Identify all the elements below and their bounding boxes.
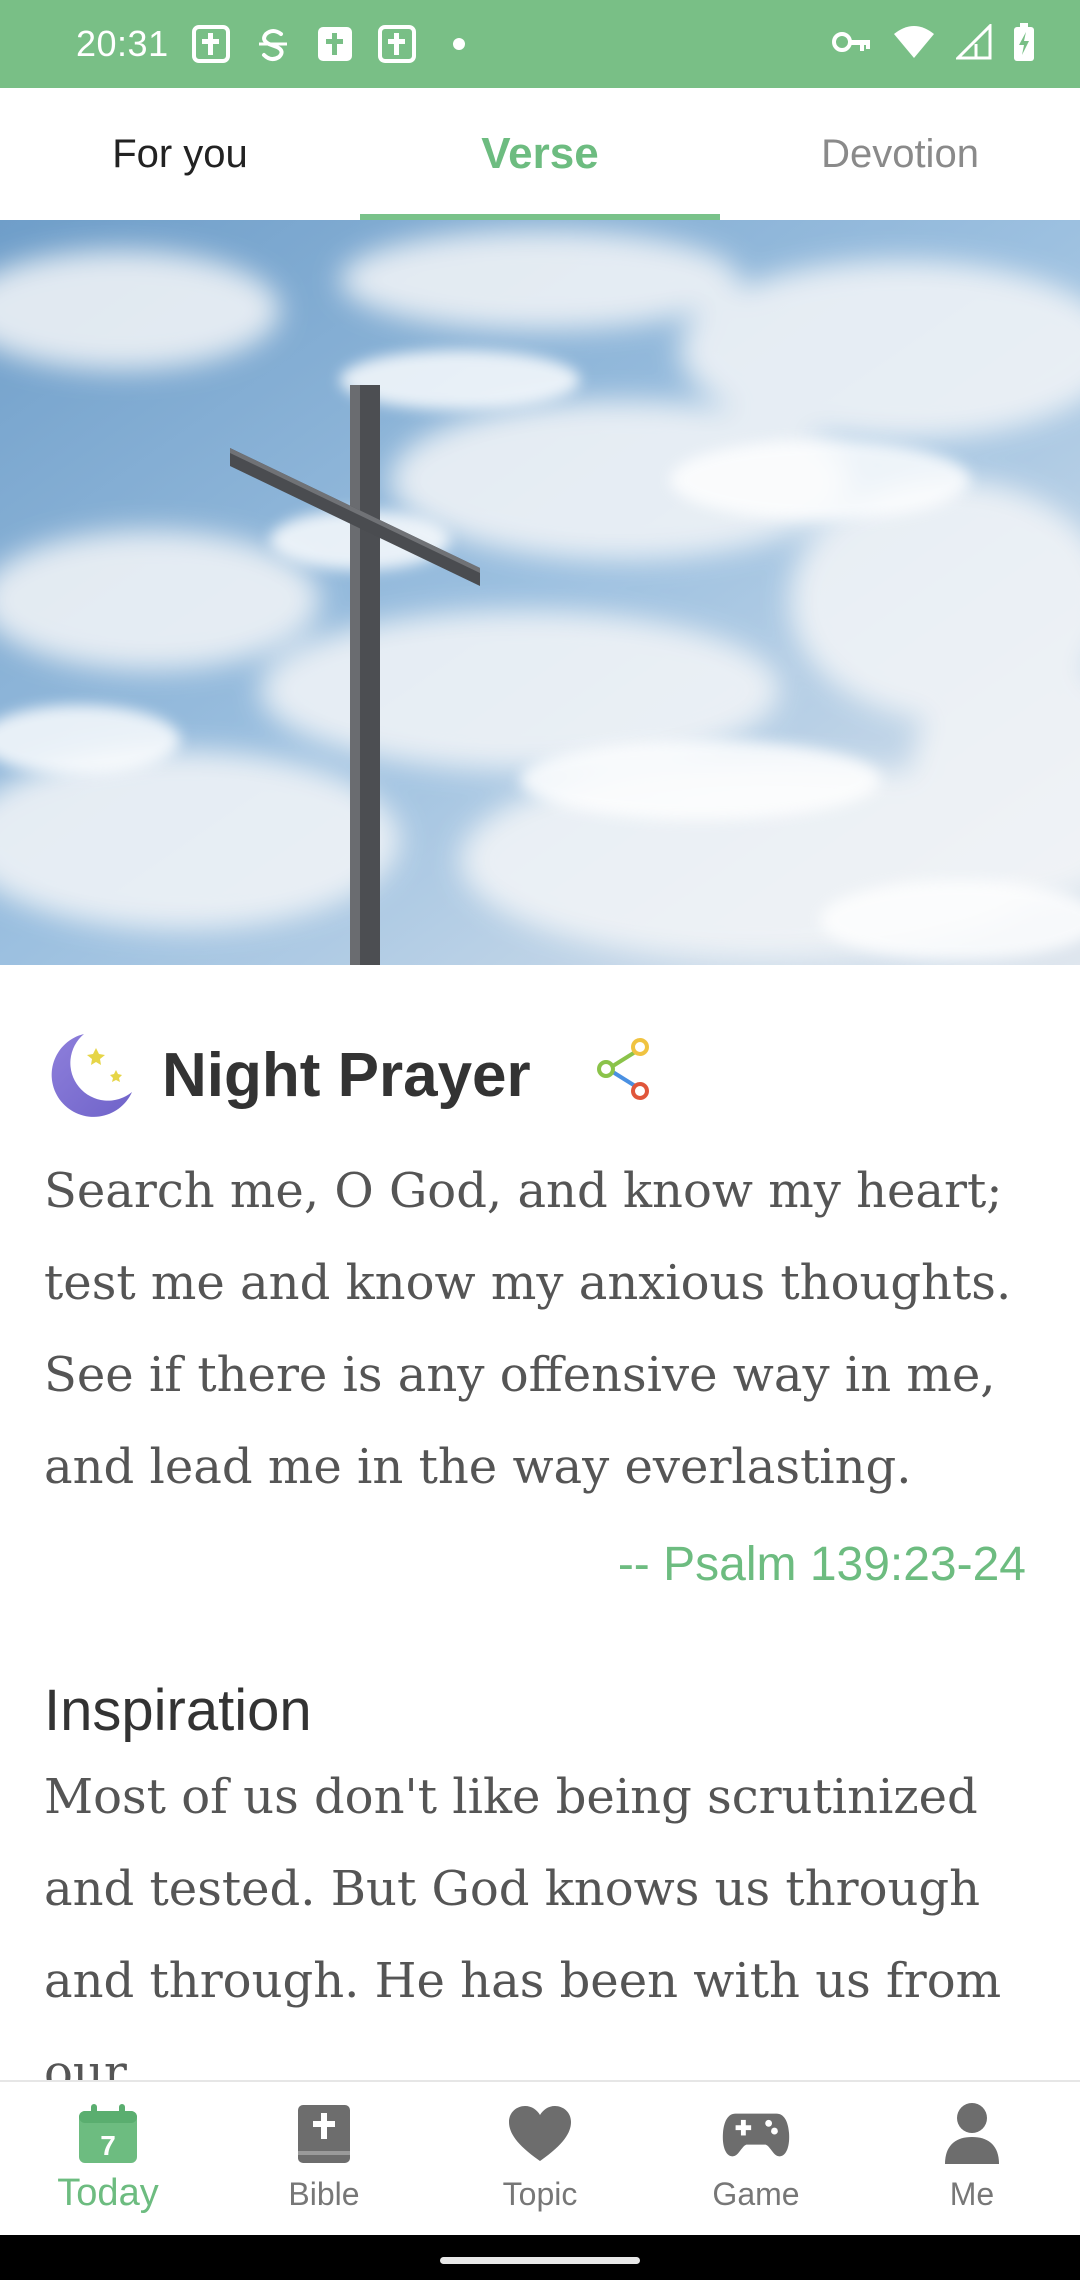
nav-me[interactable]: Me <box>864 2082 1080 2235</box>
tab-devotion[interactable]: Devotion <box>720 88 1080 220</box>
verse-text: Search me, O God, and know my heart; tes… <box>44 1163 1012 1495</box>
nav-topic[interactable]: Topic <box>432 2082 648 2235</box>
share-icon[interactable] <box>594 1037 654 1103</box>
tab-label: For you <box>112 131 248 176</box>
tab-label: Devotion <box>821 131 979 176</box>
status-bar: 20:31 <box>0 0 1080 88</box>
battery-icon <box>1012 22 1036 67</box>
nav-label: Game <box>712 2176 800 2212</box>
prayer-header: Night Prayer <box>44 1025 531 1125</box>
nav-game[interactable]: Game <box>648 2082 864 2235</box>
bible-notification-icon <box>377 24 417 64</box>
nav-bible[interactable]: Bible <box>216 2082 432 2235</box>
bible-notification-icon <box>191 24 231 64</box>
tab-verse[interactable]: Verse <box>360 88 720 220</box>
top-tabs: For you Verse Devotion <box>0 88 1080 220</box>
verse-reference[interactable]: -- Psalm 139:23-24 <box>618 1537 1026 1592</box>
wifi-icon <box>892 24 936 65</box>
key-icon <box>832 27 872 62</box>
nav-label: Bible <box>288 2176 360 2212</box>
person-icon <box>938 2100 1006 2168</box>
cross-image <box>0 220 1080 965</box>
bible-notification-icon <box>315 24 355 64</box>
gesture-bar <box>0 2235 1080 2280</box>
status-left: 20:31 <box>76 23 479 65</box>
tab-label: Verse <box>481 129 599 178</box>
signal-icon <box>954 21 992 65</box>
calendar-icon: 7 <box>74 2100 142 2168</box>
inspiration-title: Inspiration <box>44 1678 312 1743</box>
moon-icon <box>44 1030 134 1120</box>
bible-icon <box>290 2100 358 2168</box>
status-time: 20:31 <box>76 23 169 64</box>
prayer-title: Night Prayer <box>162 1040 531 1110</box>
app-screen: 20:31 For you Verse Devotion Night Praye… <box>0 0 1080 2280</box>
bottom-nav: 7 Today Bible Topic Game Me <box>0 2080 1080 2235</box>
gamepad-icon <box>722 2100 790 2168</box>
prayer-content: Night Prayer Search me, O God, and know … <box>0 965 1080 2080</box>
calendar-badge: 7 <box>100 2130 116 2161</box>
status-right <box>832 21 1036 67</box>
home-gesture-handle[interactable] <box>440 2257 640 2264</box>
cross-sky-illustration <box>0 220 1080 965</box>
s-app-icon <box>253 24 293 64</box>
tab-for-you[interactable]: For you <box>0 88 360 220</box>
inspiration-text: Most of us don't like being scrutinized … <box>44 1769 1002 2080</box>
dot-icon <box>439 24 479 64</box>
nav-label: Today <box>57 2172 159 2214</box>
nav-label: Topic <box>502 2176 578 2212</box>
heart-icon <box>506 2100 574 2168</box>
nav-label: Me <box>949 2176 995 2212</box>
nav-today[interactable]: 7 Today <box>0 2082 216 2235</box>
